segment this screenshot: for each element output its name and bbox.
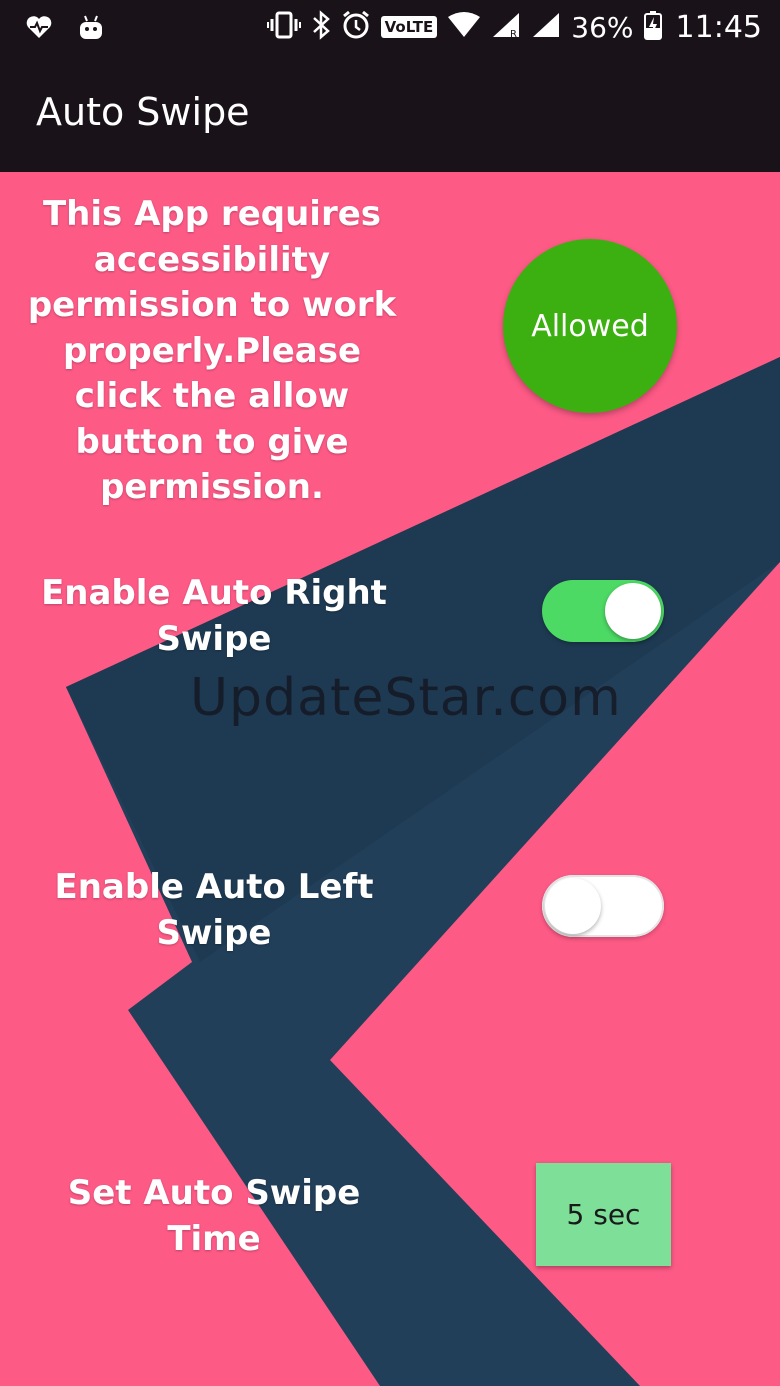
svg-text:R: R: [510, 29, 517, 39]
alarm-icon: [341, 10, 371, 45]
left-swipe-toggle[interactable]: [542, 875, 664, 937]
battery-charging-icon: [643, 10, 662, 45]
volte-badge: VoLTE: [380, 16, 438, 38]
signal-icon: [531, 11, 561, 44]
right-swipe-label: Enable Auto Right Swipe: [41, 573, 387, 659]
left-swipe-label: Enable Auto Left Swipe: [54, 867, 374, 953]
watermark: UpdateStar.com: [190, 668, 622, 728]
swipe-time-button[interactable]: 5 sec: [536, 1163, 671, 1266]
bluetooth-icon: [311, 9, 331, 45]
status-bar: VoLTE R 36% 11:45: [0, 0, 780, 54]
status-icons: VoLTE R 36% 11:45: [266, 0, 762, 54]
heart-monitor-icon: [26, 0, 52, 54]
signal-r-icon: R: [491, 11, 521, 44]
main-content: This App requires accessibility permissi…: [0, 172, 780, 1386]
battery-percent: 36%: [571, 10, 634, 44]
status-time: 11:45: [675, 9, 762, 45]
app-bar: Auto Swipe: [0, 54, 780, 172]
swipe-time-label: Set Auto Swipe Time: [67, 1173, 361, 1259]
toggle-knob: [605, 583, 661, 639]
right-swipe-toggle[interactable]: [542, 580, 664, 642]
wifi-icon: [447, 11, 481, 44]
permission-message: This App requires accessibility permissi…: [27, 194, 397, 507]
allowed-button[interactable]: Allowed: [503, 239, 677, 413]
toggle-knob: [545, 878, 601, 934]
android-icon: [78, 0, 104, 54]
app-title: Auto Swipe: [36, 90, 250, 134]
vibrate-icon: [266, 11, 301, 44]
